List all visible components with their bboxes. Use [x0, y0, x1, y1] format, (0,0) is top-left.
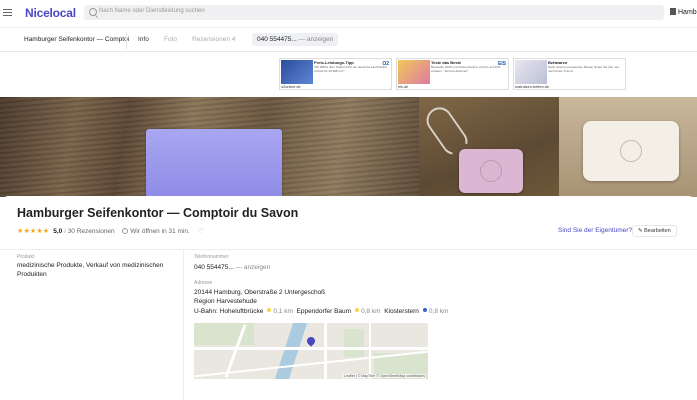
edit-button[interactable]: ✎ Bearbeiten [632, 225, 677, 237]
phone-number: 040 554475... [194, 264, 234, 271]
photo-soap-white[interactable] [559, 97, 697, 197]
ad-domain: els.de [398, 85, 409, 89]
business-subnav: Hamburger Seifenkontor — Comptoi Info Fo… [0, 27, 697, 52]
rating-stars: ★★★★★ [17, 228, 50, 235]
metro-station: Eppendorfer Baum [296, 308, 352, 315]
clock-icon [122, 228, 129, 234]
photo-gallery[interactable] [0, 97, 697, 197]
ad-banner[interactable]: Bettwaren Dank unseren preiswerten Beste… [513, 58, 626, 90]
subnav-divider [126, 32, 127, 49]
ad-image [515, 60, 547, 84]
tab-foto[interactable]: Foto [164, 36, 177, 43]
ad-logo: O2 [382, 61, 389, 67]
metro-station: Klosterstern [384, 308, 419, 315]
phone-prefix: 040 554475... [257, 36, 297, 43]
tab-rezensionen-count: 4 [231, 36, 236, 43]
address-label: Adresse [194, 280, 213, 286]
metro-distance: 0,8 km [428, 308, 449, 315]
phone-more: — anzeigen [298, 36, 334, 43]
top-bar: Nicelocal Nach Name oder Dienstleistung … [0, 0, 697, 26]
location-map[interactable]: Leaflet | © MapTiler © OpenStreetMap con… [194, 323, 428, 379]
phone-value[interactable]: 040 554475... — anzeigen [194, 263, 270, 272]
rating-row: ★★★★★ 5,0 / 30 Rezensionen Wir öffnen in… [17, 228, 204, 235]
ad-text: 750 MBit/s über Telefon-Port der deutsch… [314, 65, 387, 73]
tab-info[interactable]: Info [138, 36, 149, 43]
ad-image [398, 60, 430, 84]
owner-link[interactable]: Sind Sie der Eigentümer? [558, 227, 632, 234]
address-line1: 20144 Hamburg, Oberstraße 2 Untergeschoß [194, 289, 326, 296]
ad-domain: o2online.de [281, 85, 301, 89]
search-input[interactable]: Nach Name oder Dienstleistung suchen [84, 5, 664, 20]
search-placeholder: Nach Name oder Dienstleistung suchen [99, 8, 205, 14]
metro-line-icon [355, 308, 360, 312]
photo-soap-lavender[interactable] [0, 97, 419, 197]
heart-icon[interactable]: ♡ [198, 228, 204, 235]
map-pin-icon[interactable] [305, 335, 317, 347]
metro-distance: 0,1 km [273, 308, 293, 315]
reviews-link[interactable]: 30 Rezensionen [68, 228, 115, 235]
category-label: Produkt [17, 254, 35, 260]
map-attribution[interactable]: Leaflet | © MapTiler © OpenStreetMap con… [342, 374, 426, 378]
show-phone-button[interactable]: 040 554475... — anzeigen [252, 33, 339, 46]
rating-value: 5,0 [53, 228, 63, 235]
phone-show-more[interactable]: — anzeigen [236, 264, 271, 271]
category-value[interactable]: medizinische Produkte, Verkauf von mediz… [17, 261, 167, 279]
building-icon [670, 8, 676, 15]
tab-rezensionen[interactable]: Rezensionen 4 [192, 36, 235, 43]
search-icon [89, 8, 97, 16]
ad-logo: EIS [497, 61, 506, 67]
site-logo[interactable]: Nicelocal [25, 6, 76, 20]
ad-text: Bestseller 2025 und Online-Partner mit I… [431, 65, 501, 73]
metro-line-icon [422, 308, 427, 312]
photo-soap-rope[interactable] [419, 97, 559, 197]
ad-banner[interactable]: Preis-Leistungs-Tipp 750 MBit/s über Tel… [279, 58, 392, 90]
ad-image [281, 60, 313, 84]
menu-icon[interactable] [3, 9, 12, 16]
divider [0, 249, 697, 250]
metro-station: U-Bahn: Hoheluftbrücke [194, 308, 264, 315]
phone-label: Telefonnummer [194, 254, 229, 260]
opening-status: Wir öffnen in 31 min. [130, 228, 190, 235]
business-card: Hamburger Seifenkontor — Comptoir du Sav… [0, 196, 697, 400]
metro-line-icon [267, 308, 272, 312]
city-label: Hamb [678, 9, 697, 16]
ad-text: Dank unseren preiswerten Besten finden S… [548, 65, 619, 73]
divider [183, 250, 184, 400]
edit-button-label: Bearbeiten [644, 228, 671, 234]
address-line2[interactable]: Region Harvestehude [194, 297, 257, 306]
pencil-icon: ✎ [638, 228, 643, 234]
metro-distance: 0,8 km [361, 308, 381, 315]
ad-banner[interactable]: Teste das Beste Bestseller 2025 und Onli… [396, 58, 509, 90]
city-selector[interactable]: Hamb [670, 8, 697, 16]
metro-stations: U-Bahn: Hoheluftbrücke 0,1 km Eppendorfer… [194, 308, 448, 315]
tab-rezensionen-label: Rezensionen [192, 36, 230, 43]
subnav-business-name: Hamburger Seifenkontor — Comptoi [24, 36, 130, 43]
page-title: Hamburger Seifenkontor — Comptoir du Sav… [17, 206, 299, 220]
ad-domain: matratzen-betten.de [515, 85, 549, 89]
